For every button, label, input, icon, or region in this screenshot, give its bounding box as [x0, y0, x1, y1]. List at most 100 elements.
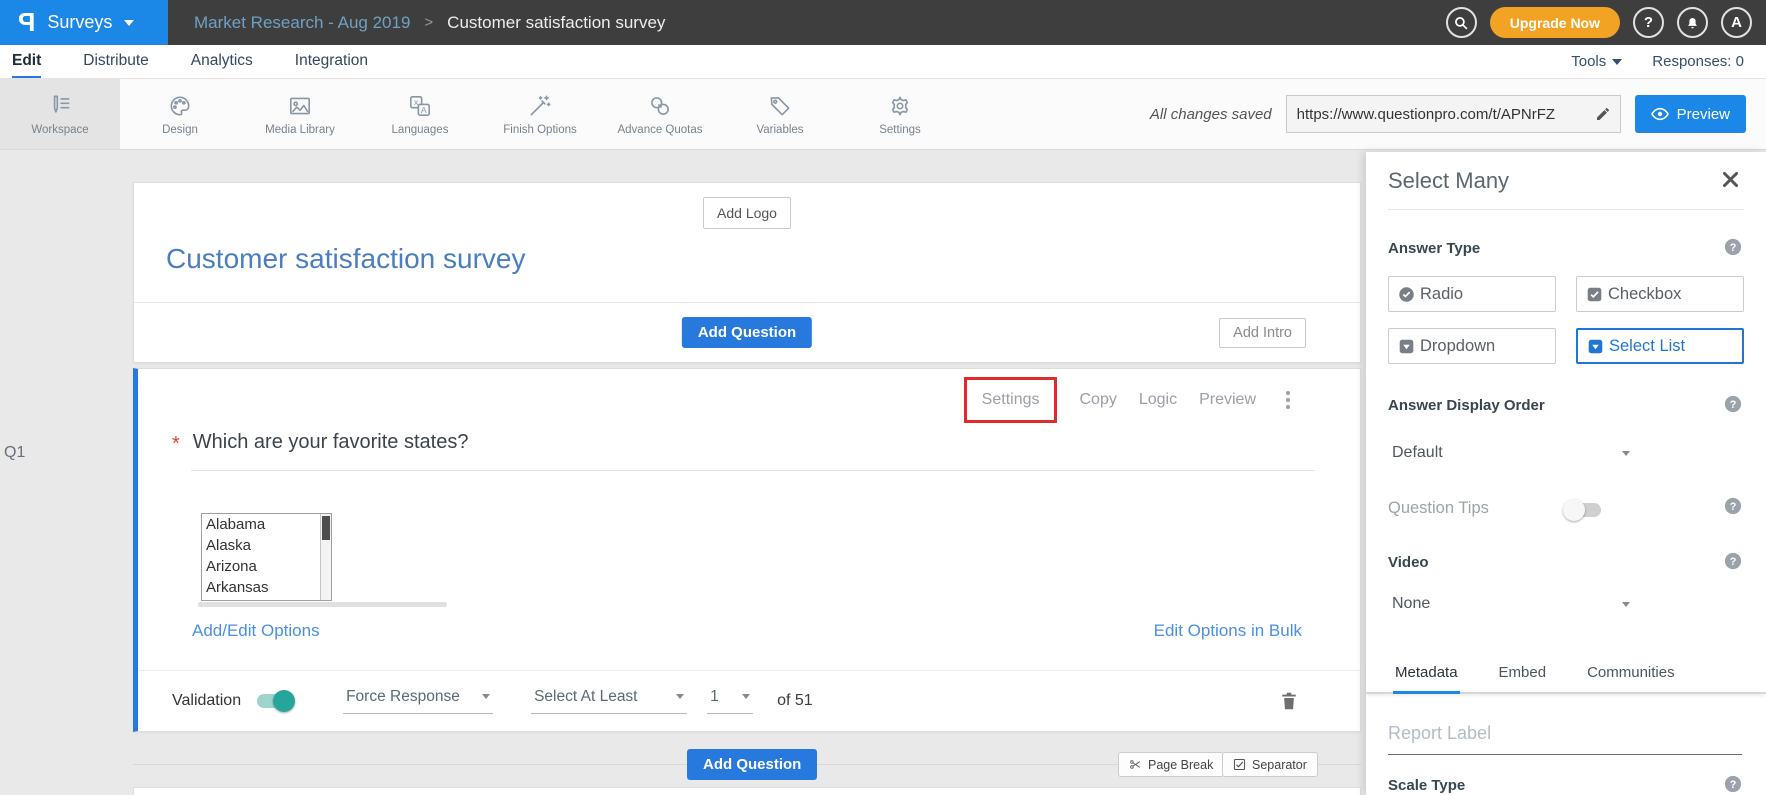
list-option[interactable]: Alaska: [202, 535, 331, 556]
video-help-button[interactable]: ?: [1724, 552, 1742, 575]
help-icon: ?: [1724, 775, 1742, 793]
list-vertical-scrollbar[interactable]: [320, 514, 331, 600]
add-intro-button[interactable]: Add Intro: [1219, 318, 1306, 348]
pencil-icon: [1595, 106, 1611, 122]
page-break-button[interactable]: Page Break: [1118, 752, 1224, 777]
close-icon: [1721, 170, 1740, 189]
close-panel-button[interactable]: [1721, 170, 1740, 194]
validation-rule-dropdown[interactable]: Select At Least: [531, 688, 687, 714]
breadcrumb-separator-icon: >: [424, 14, 433, 31]
answer-type-select-list[interactable]: Select List: [1576, 328, 1744, 364]
tab-analytics[interactable]: Analytics: [191, 45, 253, 78]
required-asterisk: *: [172, 431, 180, 457]
tab-metadata[interactable]: Metadata: [1393, 656, 1460, 694]
scale-type-help-button[interactable]: ?: [1724, 775, 1742, 795]
force-response-dropdown[interactable]: Force Response: [343, 688, 493, 714]
breadcrumb-project[interactable]: Market Research - Aug 2019: [194, 13, 410, 33]
surveys-menu-label: Surveys: [47, 12, 112, 33]
toolbar-item-settings[interactable]: Settings: [840, 79, 960, 149]
toolbar-item-advance-quotas[interactable]: Advance Quotas: [600, 79, 720, 149]
add-edit-options-link[interactable]: Add/Edit Options: [192, 621, 320, 641]
question-text[interactable]: Which are your favorite states?: [193, 431, 469, 454]
responses-count[interactable]: Responses: 0: [1652, 53, 1744, 70]
separator-button[interactable]: Separator: [1222, 752, 1318, 777]
subnav-right: Tools Responses: 0: [1571, 53, 1766, 70]
toolbar-item-variables[interactable]: Variables: [720, 79, 840, 149]
breadcrumb: Market Research - Aug 2019 > Customer sa…: [194, 13, 665, 33]
report-label-field-wrap: [1388, 717, 1742, 755]
editor-toolbar: Workspace Design Media Library xA Langua…: [0, 79, 1766, 150]
survey-url-input[interactable]: [1287, 106, 1586, 123]
help-button[interactable]: ?: [1633, 7, 1664, 38]
answer-display-order-help-button[interactable]: ?: [1724, 395, 1742, 418]
account-avatar[interactable]: A: [1721, 7, 1752, 38]
list-option[interactable]: Alabama: [202, 514, 331, 535]
toolbar-item-workspace[interactable]: Workspace: [0, 79, 120, 149]
gear-icon: [887, 93, 913, 119]
chevron-down-icon: [1622, 451, 1630, 456]
chevron-down-icon: [676, 694, 684, 699]
tab-edit[interactable]: Edit: [12, 45, 41, 78]
chevron-down-icon: [1622, 602, 1630, 607]
report-label-input[interactable]: [1388, 717, 1742, 755]
questionpro-logo-icon: P: [18, 7, 35, 38]
answer-type-help-button[interactable]: ?: [1724, 238, 1742, 261]
radio-check-icon: [1398, 286, 1415, 303]
preview-survey-button[interactable]: Preview: [1635, 95, 1746, 133]
list-option[interactable]: Arkansas: [202, 577, 331, 598]
bell-icon: [1685, 15, 1700, 31]
toolbar-item-design[interactable]: Design: [120, 79, 240, 149]
workspace-icon: [47, 93, 73, 119]
validation-label: Validation: [172, 692, 241, 710]
survey-title[interactable]: Customer satisfaction survey: [166, 243, 525, 275]
list-option[interactable]: Arizona: [202, 556, 331, 577]
notifications-button[interactable]: [1677, 7, 1708, 38]
video-select[interactable]: None: [1392, 595, 1630, 613]
question-tips-help-button[interactable]: ?: [1724, 497, 1742, 520]
delete-question-button[interactable]: [1280, 691, 1298, 716]
svg-text:?: ?: [1730, 556, 1737, 568]
answer-type-checkbox[interactable]: Checkbox: [1576, 276, 1744, 312]
chevron-down-icon: [124, 20, 134, 26]
question-tips-toggle[interactable]: [1565, 503, 1601, 517]
list-horizontal-scrollbar[interactable]: [198, 602, 447, 607]
chevron-down-icon: [482, 694, 490, 699]
question-settings-button[interactable]: Settings: [982, 391, 1040, 408]
answer-type-radio[interactable]: Radio: [1388, 276, 1556, 312]
validation-count-dropdown[interactable]: 1: [707, 688, 753, 714]
help-icon: ?: [1724, 552, 1742, 570]
header-card-footer: Add Question Add Intro: [134, 302, 1360, 362]
palette-icon: [167, 93, 193, 119]
search-button[interactable]: [1446, 7, 1477, 38]
question-more-menu[interactable]: [1286, 391, 1290, 409]
tab-communities[interactable]: Communities: [1585, 656, 1677, 692]
edit-url-button[interactable]: [1586, 96, 1620, 132]
page-break-icon: [1129, 758, 1142, 771]
toolbar-right: All changes saved Preview: [1150, 79, 1766, 149]
question-menu: Settings Copy Logic Preview: [964, 377, 1290, 423]
help-icon: ?: [1724, 395, 1742, 413]
surveys-menu[interactable]: P Surveys: [0, 0, 168, 45]
toolbar-item-finish-options[interactable]: Finish Options: [480, 79, 600, 149]
dropdown-icon: [1398, 338, 1415, 355]
question-preview-button[interactable]: Preview: [1199, 391, 1256, 409]
answer-display-order-select[interactable]: Default: [1392, 444, 1630, 462]
edit-options-in-bulk-link[interactable]: Edit Options in Bulk: [1154, 621, 1302, 641]
tools-menu[interactable]: Tools: [1571, 53, 1622, 70]
validation-toggle[interactable]: [257, 694, 293, 708]
tab-integration[interactable]: Integration: [295, 45, 368, 78]
question-logic-button[interactable]: Logic: [1139, 391, 1177, 409]
tab-embed[interactable]: Embed: [1497, 656, 1549, 692]
toolbar-item-languages[interactable]: xA Languages: [360, 79, 480, 149]
answer-select-list[interactable]: Alabama Alaska Arizona Arkansas: [201, 513, 332, 601]
select-list-icon: [1587, 338, 1604, 355]
toolbar-item-media-library[interactable]: Media Library: [240, 79, 360, 149]
answer-type-dropdown[interactable]: Dropdown: [1388, 328, 1556, 364]
upgrade-now-button[interactable]: Upgrade Now: [1490, 7, 1620, 38]
add-logo-button[interactable]: Add Logo: [703, 197, 791, 229]
question-copy-button[interactable]: Copy: [1079, 391, 1116, 409]
add-question-button-top[interactable]: Add Question: [682, 317, 812, 348]
tab-distribute[interactable]: Distribute: [83, 45, 148, 78]
add-question-button-bottom[interactable]: Add Question: [687, 749, 817, 780]
scrollbar-thumb[interactable]: [322, 516, 330, 540]
